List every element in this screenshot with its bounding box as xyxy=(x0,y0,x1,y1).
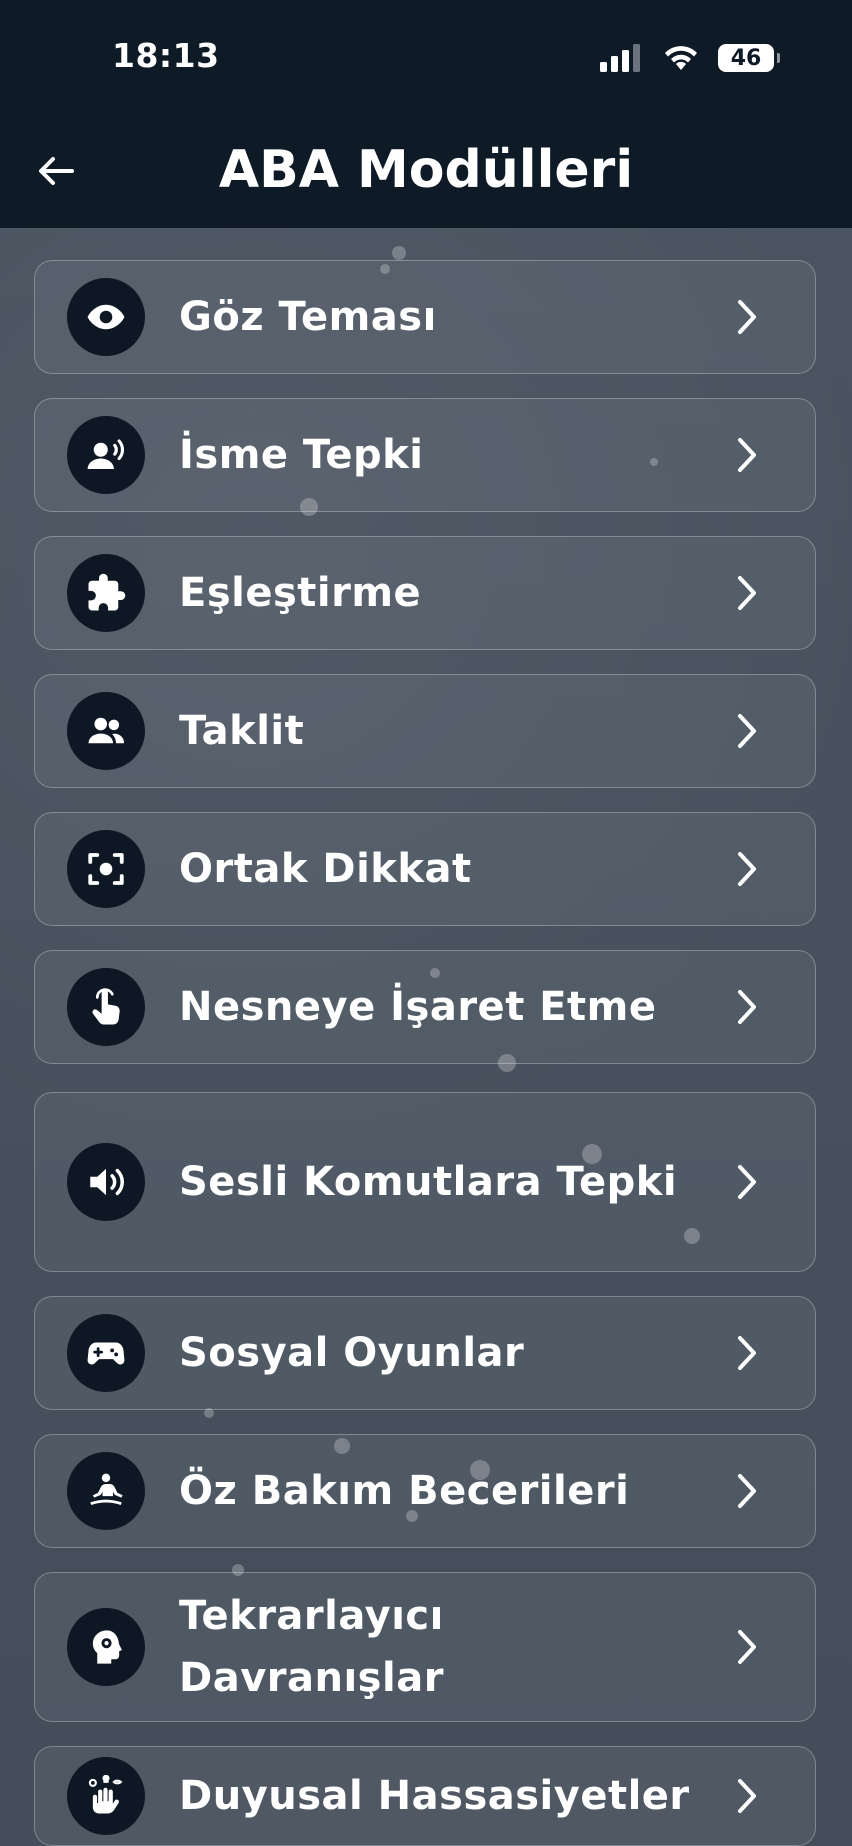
module-label: Eşleştirme xyxy=(179,570,422,616)
module-card-nesneye-isaret-etme[interactable]: Nesneye İşaret Etme xyxy=(34,950,816,1064)
eye-icon xyxy=(67,278,145,356)
chevron-right-icon xyxy=(731,1471,763,1511)
module-card-ortak-dikkat[interactable]: Ortak Dikkat xyxy=(34,812,816,926)
chevron-right-icon xyxy=(731,987,763,1027)
wifi-icon xyxy=(665,46,697,70)
chevron-right-icon xyxy=(731,1162,763,1202)
module-label: Öz Bakım Becerileri xyxy=(179,1468,630,1514)
battery-indicator: 46 xyxy=(718,44,780,72)
chevron-right-icon xyxy=(731,849,763,889)
module-card-sesli-komutlara-tepki[interactable]: Sesli Komutlara Tepki xyxy=(34,1092,816,1272)
top-bar: 18:13 46 ABA Modülleri xyxy=(0,0,852,228)
speaker-icon xyxy=(67,1143,145,1221)
module-label: İsme Tepki xyxy=(179,432,424,478)
module-card-isme-tepki[interactable]: İsme Tepki xyxy=(34,398,816,512)
chevron-right-icon xyxy=(731,297,763,337)
pointing-hand-icon xyxy=(67,968,145,1046)
module-label: Taklit xyxy=(179,708,305,754)
module-list[interactable]: Göz Teması İsme Tepki Eşleştirme Taklit xyxy=(0,228,852,1846)
module-label: Nesneye İşaret Etme xyxy=(179,984,657,1030)
head-gear-icon xyxy=(67,1608,145,1686)
page-title: ABA Modülleri xyxy=(218,140,634,200)
module-label: Sesli Komutlara Tepki xyxy=(179,1159,678,1205)
meditation-icon xyxy=(67,1452,145,1530)
sensory-hand-icon xyxy=(67,1757,145,1835)
puzzle-icon xyxy=(67,554,145,632)
module-label: Tekrarlayıcı Davranışlar xyxy=(179,1593,444,1701)
battery-level: 46 xyxy=(730,45,762,71)
module-card-oz-bakim-becerileri[interactable]: Öz Bakım Becerileri xyxy=(34,1434,816,1548)
chevron-right-icon xyxy=(731,1333,763,1373)
people-icon xyxy=(67,692,145,770)
status-time: 18:13 xyxy=(112,36,220,75)
person-voice-icon xyxy=(67,416,145,494)
chevron-right-icon xyxy=(731,711,763,751)
chevron-right-icon xyxy=(731,1776,763,1816)
signal-icon xyxy=(600,44,640,72)
chevron-right-icon xyxy=(731,1627,763,1667)
chevron-right-icon xyxy=(731,435,763,475)
gamepad-icon xyxy=(67,1314,145,1392)
module-card-duyusal-hassasiyetler[interactable]: Duyusal Hassasiyetler xyxy=(34,1746,816,1846)
focus-icon xyxy=(67,830,145,908)
module-label: Ortak Dikkat xyxy=(179,846,472,892)
status-icons: 46 xyxy=(600,40,780,76)
module-card-taklit[interactable]: Taklit xyxy=(34,674,816,788)
module-card-goz-temasi[interactable]: Göz Teması xyxy=(34,260,816,374)
module-label: Duyusal Hassasiyetler xyxy=(179,1773,690,1819)
module-label: Sosyal Oyunlar xyxy=(179,1330,525,1376)
bg-particle xyxy=(392,246,406,260)
module-label: Göz Teması xyxy=(179,294,437,340)
module-card-tekrarlayici-davranislar[interactable]: Tekrarlayıcı Davranışlar xyxy=(34,1572,816,1722)
chevron-right-icon xyxy=(731,573,763,613)
module-card-sosyal-oyunlar[interactable]: Sosyal Oyunlar xyxy=(34,1296,816,1410)
module-card-eslestirme[interactable]: Eşleştirme xyxy=(34,536,816,650)
